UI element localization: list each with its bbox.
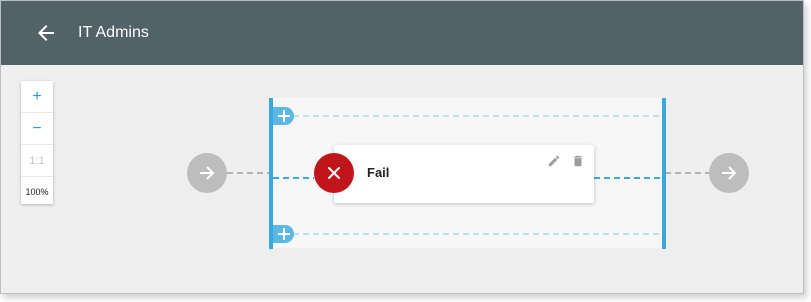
branch-bar-left	[269, 98, 273, 249]
add-branch-bottom-button[interactable]	[273, 225, 294, 243]
close-icon	[328, 167, 340, 179]
step-label: Fail	[367, 165, 390, 180]
app-window: IT Admins + − 1:1 100% Fail	[0, 0, 804, 294]
exit-node[interactable]	[709, 153, 749, 193]
trash-icon	[573, 155, 583, 167]
delete-button[interactable]	[571, 154, 585, 168]
edit-icon	[548, 155, 560, 167]
step-card[interactable]: Fail	[334, 145, 594, 203]
add-branch-top-button[interactable]	[273, 107, 294, 125]
branch-bar-right	[662, 98, 666, 249]
entry-node[interactable]	[187, 153, 227, 193]
edit-button[interactable]	[547, 154, 561, 168]
fail-status-badge	[314, 153, 354, 193]
